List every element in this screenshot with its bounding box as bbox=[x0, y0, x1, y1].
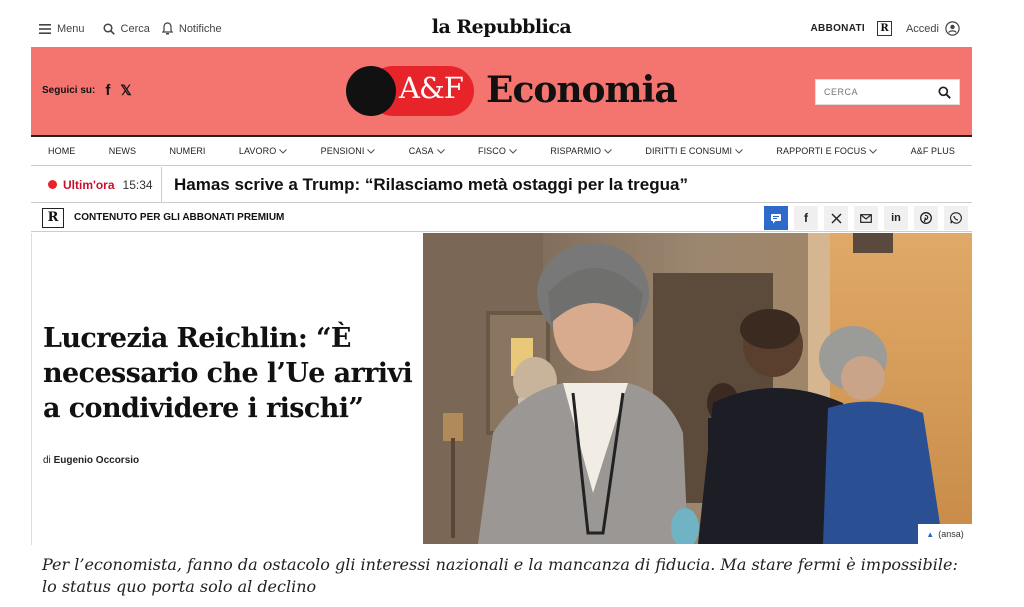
search-icon bbox=[102, 22, 115, 35]
article-photo[interactable]: ▲ (ansa) bbox=[423, 233, 972, 544]
chevron-down-icon bbox=[509, 147, 517, 156]
breaking-title: Ultim'ora bbox=[63, 177, 115, 192]
notifications-label: Notifiche bbox=[178, 22, 222, 35]
premium-bar: R CONTENUTO PER GLI ABBONATI PREMIUM f i… bbox=[31, 204, 972, 232]
repubblica-logo[interactable]: la Repubblica bbox=[432, 16, 572, 38]
byline-prefix: di bbox=[43, 455, 51, 466]
pinterest-icon[interactable] bbox=[914, 206, 938, 230]
nav-item-label: CASA bbox=[408, 146, 434, 156]
page: Menu Cerca Notifiche la Repubblica ABBON… bbox=[31, 10, 972, 607]
login-link[interactable]: Accedi bbox=[906, 23, 939, 35]
chevron-down-icon bbox=[367, 147, 376, 156]
photo-credit-label: (ansa) bbox=[938, 529, 964, 539]
breaking-label[interactable]: Ultim'ora 15:34 bbox=[31, 166, 162, 203]
nav-item-label: FISCO bbox=[477, 146, 506, 156]
photo-illustration bbox=[423, 233, 972, 544]
chevron-down-icon bbox=[735, 147, 743, 156]
comment-icon[interactable] bbox=[764, 206, 788, 230]
breaking-headline[interactable]: Hamas scrive a Trump: “Rilasciamo metà o… bbox=[162, 175, 688, 195]
section-title[interactable]: Economia bbox=[486, 69, 678, 111]
chevron-down-icon bbox=[869, 147, 878, 156]
nav-item-casa[interactable]: CASA bbox=[409, 146, 445, 156]
whatsapp-icon[interactable] bbox=[944, 206, 968, 230]
breaking-time: 15:34 bbox=[122, 177, 153, 192]
search-button[interactable]: Cerca bbox=[102, 22, 150, 35]
top-bar: Menu Cerca Notifiche la Repubblica ABBON… bbox=[31, 10, 972, 47]
nav-item-label: DIRITTI E CONSUMI bbox=[645, 146, 733, 156]
search-icon[interactable] bbox=[938, 85, 951, 99]
follow-label: Seguici su: bbox=[42, 85, 96, 96]
bell-icon bbox=[161, 22, 173, 35]
follow-us: Seguici su: f 𝕏 bbox=[42, 82, 132, 99]
chevron-down-icon bbox=[604, 147, 612, 156]
nav-item-a-f-plus[interactable]: A&F PLUS bbox=[911, 146, 955, 156]
subscribe-link[interactable]: ABBONATI bbox=[811, 23, 865, 34]
page-margin bbox=[0, 0, 31, 607]
menu-label: Menu bbox=[57, 22, 85, 35]
breaking-news-bar: Ultim'ora 15:34 Hamas scrive a Trump: “R… bbox=[31, 166, 972, 203]
nav-item-fisco[interactable]: FISCO bbox=[478, 146, 517, 156]
x-icon[interactable]: 𝕏 bbox=[120, 82, 131, 99]
article-headline: Lucrezia Reichlin: “È necessario che l’U… bbox=[43, 323, 413, 424]
premium-r-icon: R bbox=[42, 207, 64, 228]
facebook-icon[interactable]: f bbox=[794, 206, 818, 230]
linkedin-icon[interactable]: in bbox=[884, 206, 908, 230]
mail-icon[interactable] bbox=[854, 206, 878, 230]
nav-item-label: PENSIONI bbox=[320, 146, 365, 156]
nav-item-label: RISPARMIO bbox=[550, 146, 602, 156]
live-dot-icon bbox=[48, 180, 57, 189]
photo-credit[interactable]: ▲ (ansa) bbox=[918, 524, 972, 544]
byline-author[interactable]: Eugenio Occorsio bbox=[54, 455, 140, 466]
nav-item-risparmio[interactable]: RISPARMIO bbox=[550, 146, 612, 156]
nav-item-rapporti-e-focus[interactable]: RAPPORTI E FOCUS bbox=[776, 146, 878, 156]
section-search-input[interactable] bbox=[824, 87, 924, 97]
notifications-button[interactable]: Notifiche bbox=[161, 22, 222, 35]
nav-item-label: A&F PLUS bbox=[910, 146, 955, 156]
nav-item-label: NUMERI bbox=[169, 146, 206, 156]
premium-label: CONTENUTO PER GLI ABBONATI PREMIUM bbox=[74, 212, 285, 223]
af-logo[interactable]: A&F bbox=[346, 65, 474, 117]
user-icon[interactable] bbox=[945, 21, 960, 36]
chevron-down-icon bbox=[436, 147, 445, 156]
article-subtitle: Per l’economista, fanno da ostacolo gli … bbox=[42, 555, 958, 596]
nav-item-label: RAPPORTI E FOCUS bbox=[776, 146, 867, 156]
nav-item-lavoro[interactable]: LAVORO bbox=[238, 146, 288, 156]
nav-item-label: LAVORO bbox=[238, 146, 277, 156]
nav-item-numeri[interactable]: NUMERI bbox=[169, 146, 205, 156]
nav-item-label: HOME bbox=[48, 146, 76, 156]
facebook-icon[interactable]: f bbox=[105, 82, 110, 99]
search-label: Cerca bbox=[120, 22, 150, 35]
article-byline: di Eugenio Occorsio bbox=[43, 455, 139, 466]
menu-button[interactable]: Menu bbox=[39, 23, 85, 35]
article-header: Lucrezia Reichlin: “È necessario che l’U… bbox=[31, 233, 423, 545]
af-logo-text: A&F bbox=[399, 71, 464, 105]
section-search[interactable] bbox=[815, 79, 960, 105]
x-icon[interactable] bbox=[824, 206, 848, 230]
chevron-down-icon bbox=[279, 147, 288, 156]
nav-item-diritti-e-consumi[interactable]: DIRITTI E CONSUMI bbox=[645, 146, 743, 156]
nav-item-label: NEWS bbox=[108, 146, 137, 156]
nav-item-home[interactable]: HOME bbox=[48, 146, 75, 156]
section-header: Seguici su: f 𝕏 A&F Economia bbox=[31, 47, 972, 135]
nav-item-pensioni[interactable]: PENSIONI bbox=[321, 146, 376, 156]
caret-up-icon: ▲ bbox=[926, 529, 935, 539]
r-badge-icon[interactable]: R bbox=[876, 21, 892, 36]
nav-item-news[interactable]: NEWS bbox=[109, 146, 136, 156]
section-nav: HOME NEWS NUMERI LAVORO PENSIONI CASA FISCO RIS… bbox=[31, 135, 972, 166]
share-toolbar: f in bbox=[758, 206, 968, 230]
hamburger-icon bbox=[39, 23, 51, 34]
